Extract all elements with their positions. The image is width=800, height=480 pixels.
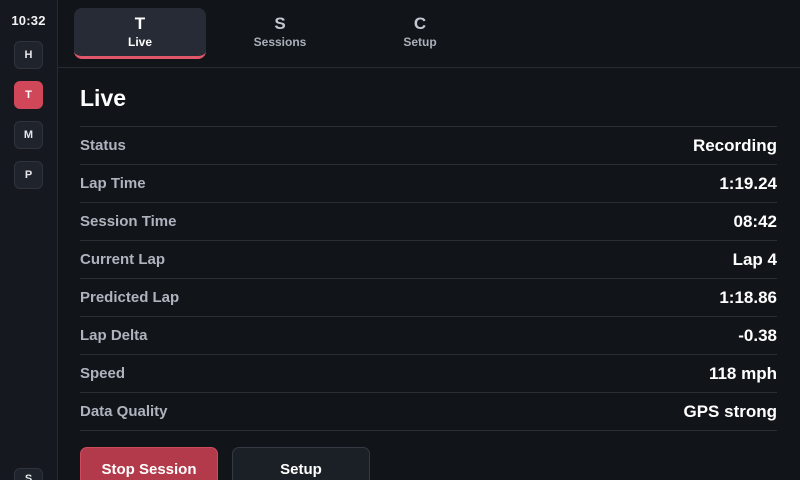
row-label: Lap Time xyxy=(80,175,146,192)
tab-setup-icon: C xyxy=(413,14,427,33)
row-value: -0.38 xyxy=(738,325,777,345)
row-value: Recording xyxy=(692,135,777,155)
tab-setup[interactable]: C Setup xyxy=(354,8,486,59)
setup-button[interactable]: Setup xyxy=(232,447,370,480)
row-predicted-lap: Predicted Lap 1:18.86 xyxy=(80,279,777,317)
row-value: 1:19.24 xyxy=(719,173,777,193)
row-label: Predicted Lap xyxy=(80,289,180,306)
tab-setup-label: Setup xyxy=(403,35,437,49)
row-label: Data Quality xyxy=(80,403,168,420)
row-current-lap: Current Lap Lap 4 xyxy=(80,241,777,279)
row-label: Status xyxy=(80,137,126,154)
row-speed: Speed 118 mph xyxy=(80,355,777,393)
live-content: Live Status Recording Lap Time 1:19.24 S… xyxy=(80,68,777,431)
tab-sessions-label: Sessions xyxy=(253,35,307,49)
row-label: Lap Delta xyxy=(80,327,148,344)
tab-live-icon: T xyxy=(134,14,146,33)
row-value: 118 mph xyxy=(708,363,777,383)
action-bar: Stop Session Setup xyxy=(80,447,370,480)
clock: 10:32 xyxy=(11,13,46,28)
page-title: Live xyxy=(80,85,127,111)
tab-bar: T Live S Sessions C Setup xyxy=(58,0,800,68)
rail-button-m[interactable]: M xyxy=(14,121,43,149)
rail-button-bottom[interactable]: S xyxy=(14,468,43,480)
row-status: Status Recording xyxy=(80,127,777,165)
row-value: 1:18.86 xyxy=(719,287,777,307)
row-session-time: Session Time 08:42 xyxy=(80,203,777,241)
tab-sessions-icon: S xyxy=(274,14,286,33)
tab-sessions[interactable]: S Sessions xyxy=(214,8,346,59)
row-label: Session Time xyxy=(80,213,177,230)
stop-session-button[interactable]: Stop Session xyxy=(80,447,218,480)
left-rail: 10:32 H T M P S xyxy=(0,0,58,480)
row-value: Lap 4 xyxy=(732,249,777,269)
row-label: Current Lap xyxy=(80,251,166,268)
tab-live-label: Live xyxy=(127,35,152,49)
row-data-quality: Data Quality GPS strong xyxy=(80,393,777,431)
main-panel: T Live S Sessions C Setup Live Status Re… xyxy=(58,0,800,480)
row-value: GPS strong xyxy=(683,401,777,421)
rail-button-p[interactable]: P xyxy=(14,161,43,189)
row-value: 08:42 xyxy=(733,211,777,231)
tab-live[interactable]: T Live xyxy=(74,8,206,59)
row-lap-time: Lap Time 1:19.24 xyxy=(80,165,777,203)
telemetry-list: Status Recording Lap Time 1:19.24 Sessio… xyxy=(80,126,777,431)
rail-button-t[interactable]: T xyxy=(14,81,43,109)
app-root: 10:32 H T M P S T Live S Sessions C Setu… xyxy=(0,0,800,480)
rail-button-h[interactable]: H xyxy=(14,41,43,69)
row-lap-delta: Lap Delta -0.38 xyxy=(80,317,777,355)
row-label: Speed xyxy=(80,365,126,382)
